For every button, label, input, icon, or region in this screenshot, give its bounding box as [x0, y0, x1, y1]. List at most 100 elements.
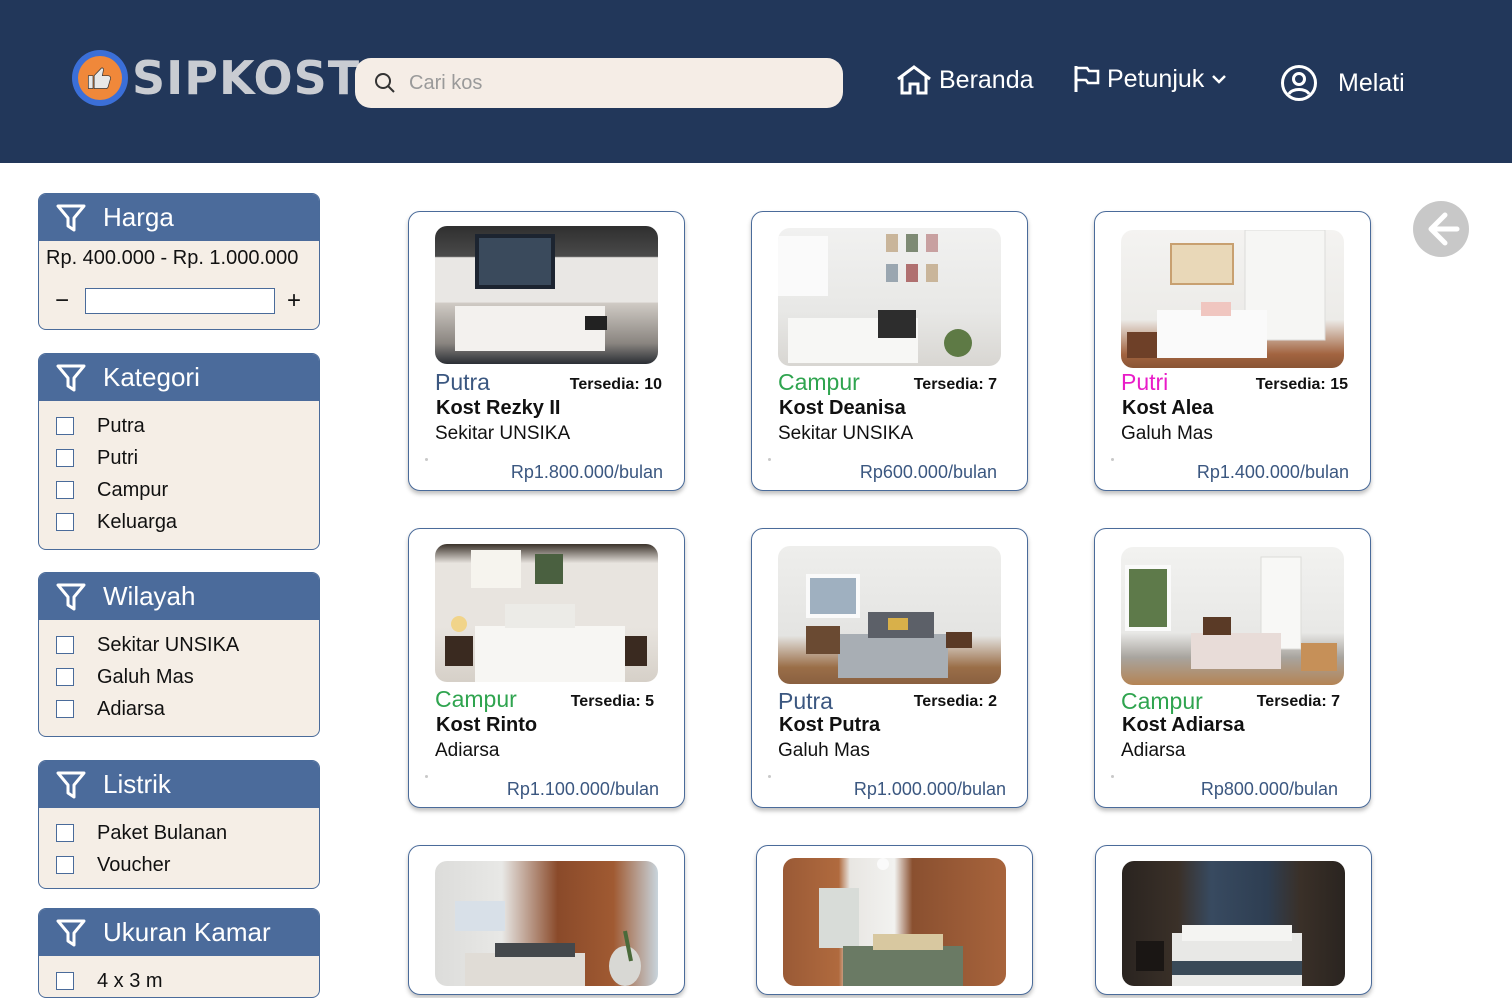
checkbox[interactable]	[56, 481, 74, 499]
checkbox[interactable]	[56, 700, 74, 718]
price-plus-button[interactable]: +	[287, 287, 317, 315]
checkbox[interactable]	[56, 972, 74, 990]
category-label: Putra	[778, 688, 833, 714]
option-adiarsa[interactable]: Adiarsa	[39, 693, 319, 725]
price-range-value: Rp. 400.000 - Rp. 1.000.000	[46, 247, 299, 269]
nav-home[interactable]: Beranda	[895, 64, 1034, 96]
user-name: Melati	[1338, 68, 1405, 97]
kost-price: Rp1.000.000/bulan	[853, 779, 1006, 799]
checkbox[interactable]	[56, 513, 74, 531]
dot	[425, 458, 428, 461]
dot	[768, 458, 771, 461]
nav-guide[interactable]: Petunjuk	[1073, 64, 1234, 94]
search-input[interactable]	[409, 71, 829, 95]
search-bar[interactable]	[355, 58, 843, 108]
availability: Tersedia: 15	[1255, 376, 1348, 393]
option-galuh-mas[interactable]: Galuh Mas	[39, 661, 319, 693]
logo-text: SIPKOST	[132, 51, 361, 105]
option-campur[interactable]: Campur	[39, 474, 319, 506]
option-label: Sekitar UNSIKA	[97, 633, 240, 656]
checkbox[interactable]	[56, 856, 74, 874]
option-paket-bulanan[interactable]: Paket Bulanan	[39, 817, 319, 849]
checkbox[interactable]	[56, 824, 74, 842]
kost-card[interactable]	[1095, 845, 1372, 995]
filter-ukuran-header[interactable]: Ukuran Kamar	[39, 909, 319, 956]
dot	[768, 775, 771, 778]
home-icon	[897, 65, 931, 95]
checkbox[interactable]	[56, 636, 74, 654]
filter-icon	[56, 364, 86, 391]
kost-area: Galuh Mas	[1121, 423, 1213, 444]
kost-name: Kost Deanisa	[779, 397, 906, 419]
filter-ukuran-kamar: Ukuran Kamar 4 x 3 m	[38, 908, 320, 998]
kost-card[interactable]: Putra Tersedia: 10 Kost Rezky II Sekitar…	[408, 211, 685, 491]
filter-listrik-header[interactable]: Listrik	[39, 761, 319, 808]
kost-card[interactable]	[756, 845, 1033, 995]
kost-name: Kost Rezky II	[436, 397, 561, 419]
option-putri[interactable]: Putri	[39, 442, 319, 474]
filter-kategori-header[interactable]: Kategori	[39, 354, 319, 401]
option-label: Campur	[97, 478, 169, 501]
kost-card[interactable]: Putra Tersedia: 2 Kost Putra Galuh Mas R…	[751, 528, 1028, 808]
filter-wilayah-title: Wilayah	[103, 581, 196, 611]
option-label: Adiarsa	[97, 697, 165, 720]
filter-harga-title: Harga	[103, 202, 174, 232]
nav-home-label: Beranda	[939, 65, 1034, 94]
category-label: Putra	[435, 369, 490, 395]
checkbox[interactable]	[56, 449, 74, 467]
back-button[interactable]	[1413, 201, 1469, 257]
room-photo	[1121, 230, 1344, 368]
kost-card[interactable]	[408, 845, 685, 995]
kost-card[interactable]: Putri Tersedia: 15 Kost Alea Galuh Mas R…	[1094, 211, 1371, 491]
filter-ukuran-title: Ukuran Kamar	[103, 917, 271, 947]
filter-icon	[56, 771, 86, 798]
dot	[1111, 775, 1114, 778]
option-4x3[interactable]: 4 x 3 m	[39, 965, 319, 997]
availability: Tersedia: 5	[570, 693, 654, 710]
arrow-left-icon	[1428, 212, 1460, 246]
top-header: SIPKOST Beranda Petunjuk Melati	[0, 0, 1512, 163]
category-label: Campur	[1121, 688, 1203, 714]
option-label: 4 x 3 m	[97, 969, 163, 992]
option-putra[interactable]: Putra	[39, 410, 319, 442]
filter-kategori-title: Kategori	[103, 362, 200, 392]
filter-listrik-title: Listrik	[103, 769, 171, 799]
kost-card[interactable]: Campur Tersedia: 7 Kost Deanisa Sekitar …	[751, 211, 1028, 491]
kost-price: Rp600.000/bulan	[859, 462, 997, 482]
kost-name: Kost Alea	[1122, 397, 1214, 419]
option-sekitar-unsika[interactable]: Sekitar UNSIKA	[39, 629, 319, 661]
checkbox[interactable]	[56, 668, 74, 686]
filter-wilayah-header[interactable]: Wilayah	[39, 573, 319, 620]
room-photo	[435, 861, 658, 986]
kost-price: Rp800.000/bulan	[1200, 779, 1338, 799]
kost-area: Sekitar UNSIKA	[778, 423, 914, 444]
kost-area: Adiarsa	[1121, 740, 1186, 761]
room-photo	[778, 228, 1001, 366]
availability: Tersedia: 7	[1256, 693, 1340, 710]
kost-price: Rp1.100.000/bulan	[506, 779, 659, 799]
room-photo	[435, 544, 658, 682]
availability: Tersedia: 2	[913, 693, 997, 710]
checkbox[interactable]	[56, 417, 74, 435]
kost-area: Adiarsa	[435, 740, 500, 761]
room-photo	[783, 858, 1006, 986]
price-input[interactable]	[85, 288, 275, 314]
price-minus-button[interactable]: −	[55, 287, 85, 315]
filter-icon	[56, 583, 86, 610]
kost-area: Sekitar UNSIKA	[435, 423, 571, 444]
kost-card[interactable]: Campur Tersedia: 5 Kost Rinto Adiarsa Rp…	[408, 528, 685, 808]
option-label: Keluarga	[97, 510, 178, 533]
kost-name: Kost Putra	[779, 714, 881, 736]
nav-user-profile[interactable]: Melati	[1280, 64, 1405, 102]
option-voucher[interactable]: Voucher	[39, 849, 319, 881]
category-label: Putri	[1121, 369, 1169, 395]
filter-harga-header[interactable]: Harga	[39, 194, 319, 241]
kost-card[interactable]: Campur Tersedia: 7 Kost Adiarsa Adiarsa …	[1094, 528, 1371, 808]
availability: Tersedia: 10	[569, 376, 662, 393]
dot	[425, 775, 428, 778]
logo[interactable]: SIPKOST	[72, 50, 360, 106]
kost-name: Kost Adiarsa	[1122, 714, 1245, 736]
option-keluarga[interactable]: Keluarga	[39, 506, 319, 538]
nav-guide-label: Petunjuk	[1107, 64, 1205, 93]
room-photo	[1121, 547, 1344, 685]
